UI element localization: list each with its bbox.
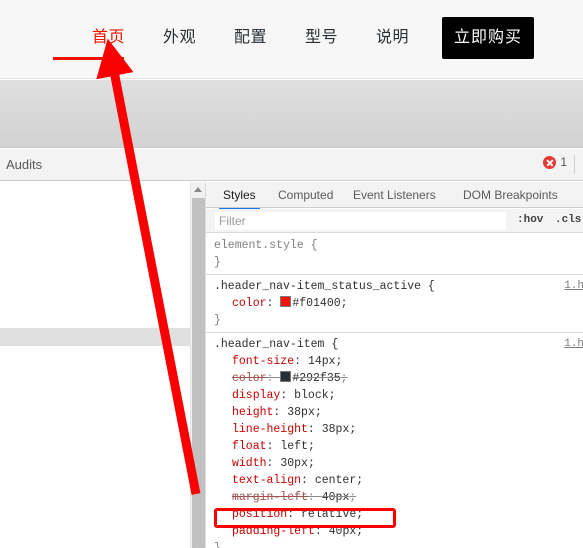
- css-property-name[interactable]: color: [232, 372, 267, 385]
- css-property-name[interactable]: color: [232, 297, 267, 310]
- css-property-value[interactable]: 40px: [322, 491, 350, 504]
- elements-vertical-scrollbar[interactable]: [190, 182, 205, 548]
- nav-item-label: 首页: [92, 29, 126, 46]
- css-property-value[interactable]: 30px: [280, 457, 308, 470]
- css-property-value[interactable]: #f01400: [292, 297, 340, 310]
- tree-row-selected[interactable]: [0, 328, 190, 346]
- toolbar-divider: [574, 155, 575, 174]
- css-declaration[interactable]: color: #f01400;: [206, 295, 583, 312]
- css-property-value[interactable]: #292f35: [292, 372, 340, 385]
- css-declaration[interactable]: padding-left: 40px;: [206, 523, 583, 540]
- hero-banner: [0, 80, 583, 148]
- css-property-name[interactable]: padding-left: [232, 525, 315, 538]
- css-property-value[interactable]: 40px: [329, 525, 357, 538]
- elements-tree-panel[interactable]: [0, 182, 190, 548]
- nav-item-label: 型号: [305, 29, 339, 46]
- error-circle-icon: [543, 156, 557, 169]
- css-selector[interactable]: .header_nav-item {: [206, 336, 583, 353]
- nav-item-4[interactable]: 说明: [376, 26, 409, 50]
- color-swatch-icon[interactable]: [280, 371, 292, 382]
- tab-computed[interactable]: Computed: [278, 186, 333, 208]
- css-property-value[interactable]: center: [315, 474, 356, 487]
- active-nav-underline: [53, 57, 124, 60]
- css-property-name[interactable]: position: [232, 508, 287, 521]
- css-rule-block[interactable]: element.style {}: [206, 234, 583, 275]
- styles-tab-bar: Styles Computed Event Listeners DOM Breakpo…: [206, 182, 583, 210]
- error-indicator[interactable]: 1: [543, 156, 567, 169]
- css-property-value[interactable]: left: [280, 440, 308, 453]
- css-property-name[interactable]: display: [232, 389, 280, 402]
- nav-item-0[interactable]: 首页: [92, 26, 125, 50]
- css-declaration[interactable]: position: relative;: [206, 506, 583, 523]
- scroll-up-arrow-icon[interactable]: [191, 182, 205, 196]
- css-declaration[interactable]: height: 38px;: [206, 404, 583, 421]
- nav-item-2[interactable]: 配置: [234, 26, 267, 50]
- css-property-name[interactable]: text-align: [232, 474, 301, 487]
- tab-styles[interactable]: Styles: [219, 186, 260, 210]
- css-rule-closing-brace: }: [206, 540, 583, 548]
- css-selector[interactable]: .header_nav-item_status_active {: [206, 278, 583, 295]
- css-rule-closing-brace: }: [214, 314, 221, 327]
- nav-item-3[interactable]: 型号: [305, 26, 338, 50]
- css-property-name[interactable]: height: [232, 406, 273, 419]
- styles-filter-bar: :hov .cls: [206, 209, 583, 233]
- css-property-value[interactable]: 14px: [308, 355, 336, 368]
- devtools-toolbar: Audits 1: [0, 149, 583, 181]
- tab-event-listeners[interactable]: Event Listeners: [353, 186, 436, 208]
- scrollbar-thumb[interactable]: [192, 198, 205, 548]
- color-swatch-icon[interactable]: [280, 296, 292, 307]
- error-count: 1: [560, 155, 567, 169]
- css-declaration[interactable]: color: #292f35;: [206, 370, 583, 387]
- css-declaration[interactable]: font-size: 14px;: [206, 353, 583, 370]
- css-property-name[interactable]: width: [232, 457, 267, 470]
- css-property-value[interactable]: 38px: [322, 423, 350, 436]
- css-rule-block[interactable]: .header_nav-item {1.h font-size: 14px; col…: [206, 333, 583, 548]
- css-declaration[interactable]: display: block;: [206, 387, 583, 404]
- css-declaration[interactable]: text-align: center;: [206, 472, 583, 489]
- css-rule-block[interactable]: .header_nav-item_status_active {1.h color…: [206, 275, 583, 333]
- tab-dom-breakpoints[interactable]: DOM Breakpoints: [463, 186, 558, 208]
- nav-item-label: 说明: [376, 29, 410, 46]
- site-header: 首页 外观 配置 型号 说明 立即购买: [0, 0, 583, 79]
- css-selector[interactable]: element.style {: [206, 237, 583, 254]
- css-property-name[interactable]: margin-left: [232, 491, 308, 504]
- stylesheet-source-link[interactable]: 1.h: [564, 336, 583, 353]
- css-property-name[interactable]: line-height: [232, 423, 308, 436]
- css-property-value[interactable]: 38px: [287, 406, 315, 419]
- css-declaration[interactable]: line-height: 38px;: [206, 421, 583, 438]
- filter-input[interactable]: [215, 212, 506, 230]
- nav-item-1[interactable]: 外观: [163, 26, 196, 50]
- css-declaration[interactable]: margin-left: 40px;: [206, 489, 583, 506]
- tab-audits[interactable]: Audits: [6, 156, 42, 174]
- nav-item-label: 配置: [234, 29, 268, 46]
- css-rules-list: element.style {} .header_nav-item_status_…: [206, 234, 583, 548]
- nav-item-label: 外观: [163, 29, 197, 46]
- pseudo-button-cls[interactable]: .cls: [555, 214, 581, 226]
- buy-now-button[interactable]: 立即购买: [442, 17, 534, 59]
- css-property-value[interactable]: relative: [301, 508, 356, 521]
- css-property-value[interactable]: block: [294, 389, 329, 402]
- css-declaration[interactable]: width: 30px;: [206, 455, 583, 472]
- css-property-name[interactable]: float: [232, 440, 267, 453]
- pseudo-button-hov[interactable]: :hov: [517, 214, 543, 226]
- css-property-name[interactable]: font-size: [232, 355, 294, 368]
- css-rule-closing-brace: }: [214, 256, 221, 269]
- stylesheet-source-link[interactable]: 1.h: [564, 278, 583, 295]
- css-declaration[interactable]: float: left;: [206, 438, 583, 455]
- styles-panel: Styles Computed Event Listeners DOM Breakpo…: [205, 182, 583, 548]
